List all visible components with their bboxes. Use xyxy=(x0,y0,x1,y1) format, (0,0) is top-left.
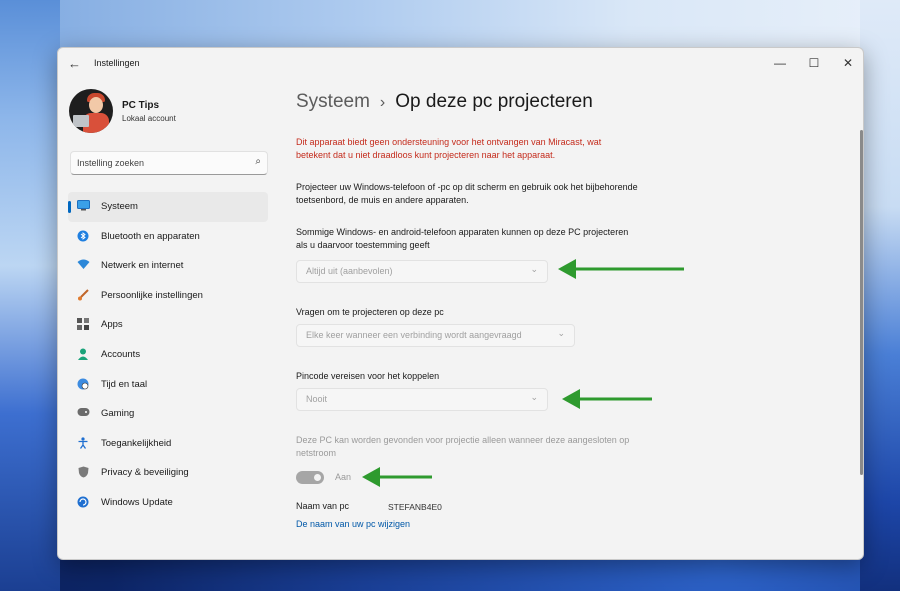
sidebar-item-bluetooth[interactable]: Bluetooth en apparaten xyxy=(68,222,268,252)
setting-power-label: Deze PC kan worden gevonden voor project… xyxy=(296,435,630,458)
settings-window: ← Instellingen — ☐ ✕ PC Tips Lokaal acco… xyxy=(57,47,864,560)
setting-pin-label: Pincode vereisen voor het koppelen xyxy=(296,371,440,381)
chevron-down-icon: ⌄ xyxy=(557,328,565,338)
person-icon xyxy=(76,348,90,362)
avatar[interactable] xyxy=(69,89,113,133)
monitor-icon xyxy=(76,200,90,214)
gamepad-icon xyxy=(76,407,90,421)
sidebar-item-netwerk[interactable]: Netwerk en internet xyxy=(68,251,268,281)
sidebar-item-label: Accounts xyxy=(101,348,141,360)
sidebar-item-apps[interactable]: Apps xyxy=(68,310,268,340)
setting-availability-label: Sommige Windows- en android-telefoon app… xyxy=(296,227,629,250)
window-title: Instellingen xyxy=(94,58,140,68)
sidebar-item-toegankelijkheid[interactable]: Toegankelijkheid xyxy=(68,429,268,459)
sidebar-item-privacy[interactable]: Privacy & beveiliging xyxy=(68,458,268,488)
search-box[interactable]: ⌕ xyxy=(70,151,268,175)
back-arrow-icon[interactable]: ← xyxy=(68,57,82,71)
chevron-down-icon: ⌄ xyxy=(530,264,538,274)
rename-pc-link[interactable]: De naam van uw pc wijzigen xyxy=(296,519,410,529)
update-icon xyxy=(76,496,90,510)
annotation-arrow-icon xyxy=(362,467,432,487)
sidebar-item-label: Tijd en taal xyxy=(101,378,148,390)
sidebar-nav: Systeem Bluetooth en apparaten Netwerk e… xyxy=(68,192,268,518)
title-bar: ← Instellingen — ☐ ✕ xyxy=(58,48,863,80)
sidebar-item-systeem[interactable]: Systeem xyxy=(68,192,268,222)
wifi-icon xyxy=(76,259,90,273)
power-toggle[interactable] xyxy=(296,471,324,484)
page-title: Op deze pc projecteren xyxy=(395,91,593,112)
pc-name-value: STEFANB4E0 xyxy=(388,502,442,512)
shield-icon xyxy=(76,466,90,480)
breadcrumb-parent[interactable]: Systeem xyxy=(296,91,370,112)
annotation-arrow-icon xyxy=(562,389,652,409)
sidebar-item-accounts[interactable]: Accounts xyxy=(68,340,268,370)
desktop-wallpaper-top xyxy=(0,0,900,48)
sidebar-item-label: Systeem xyxy=(101,201,138,212)
sidebar-item-label: Gaming xyxy=(101,408,135,420)
availability-dropdown-value: Altijd uit (aanbevolen) xyxy=(306,266,393,276)
sidebar-item-label: Persoonlijke instellingen xyxy=(101,289,203,301)
sidebar-item-windows-update[interactable]: Windows Update xyxy=(68,488,268,518)
ask-to-project-dropdown-value: Elke keer wanneer een verbinding wordt a… xyxy=(306,330,522,340)
sidebar-item-label: Privacy & beveiliging xyxy=(101,467,189,479)
annotation-arrow-icon xyxy=(558,259,684,279)
pin-dropdown-value: Nooit xyxy=(306,394,328,404)
search-icon[interactable]: ⌕ xyxy=(255,156,261,167)
close-button[interactable]: ✕ xyxy=(834,52,862,74)
pin-dropdown[interactable]: Nooit ⌄ xyxy=(296,388,548,411)
toggle-knob xyxy=(314,474,321,481)
page-description: Projecteer uw Windows-telefoon of -pc op… xyxy=(296,182,638,205)
sidebar-item-label: Windows Update xyxy=(101,496,173,508)
sidebar-item-label: Netwerk en internet xyxy=(101,260,184,272)
profile-account-type: Lokaal account xyxy=(122,114,176,123)
ask-to-project-dropdown[interactable]: Elke keer wanneer een verbinding wordt a… xyxy=(296,324,575,347)
scrollbar[interactable] xyxy=(860,130,863,475)
chevron-down-icon: ⌄ xyxy=(530,392,538,402)
breadcrumb: Systeem › Op deze pc projecteren xyxy=(296,91,593,113)
availability-dropdown[interactable]: Altijd uit (aanbevolen) ⌄ xyxy=(296,260,548,283)
sidebar-item-persoonlijk[interactable]: Persoonlijke instellingen xyxy=(68,281,268,311)
search-input[interactable] xyxy=(77,155,237,170)
miracast-warning: Dit apparaat biedt geen ondersteuning vo… xyxy=(296,137,602,160)
globe-clock-icon xyxy=(76,378,90,392)
breadcrumb-separator: › xyxy=(379,94,386,111)
minimize-button[interactable]: — xyxy=(766,52,794,74)
sidebar-item-label: Toegankelijkheid xyxy=(101,437,172,449)
sidebar-item-label: Apps xyxy=(101,319,123,331)
bluetooth-icon xyxy=(76,230,90,244)
maximize-button[interactable]: ☐ xyxy=(800,52,828,74)
profile-name: PC Tips xyxy=(122,100,160,111)
brush-icon xyxy=(76,289,90,303)
desktop-wallpaper-right xyxy=(860,0,900,591)
sidebar-item-tijd[interactable]: Tijd en taal xyxy=(68,370,268,400)
apps-icon xyxy=(76,318,90,332)
toggle-state-label: Aan xyxy=(335,472,352,482)
desktop-wallpaper-left xyxy=(0,0,60,591)
sidebar-item-label: Bluetooth en apparaten xyxy=(101,230,200,242)
setting-ask-label: Vragen om te projecteren op deze pc xyxy=(296,307,444,317)
pc-name-label: Naam van pc xyxy=(296,501,350,511)
sidebar-item-gaming[interactable]: Gaming xyxy=(68,399,268,429)
accessibility-icon xyxy=(76,437,90,451)
